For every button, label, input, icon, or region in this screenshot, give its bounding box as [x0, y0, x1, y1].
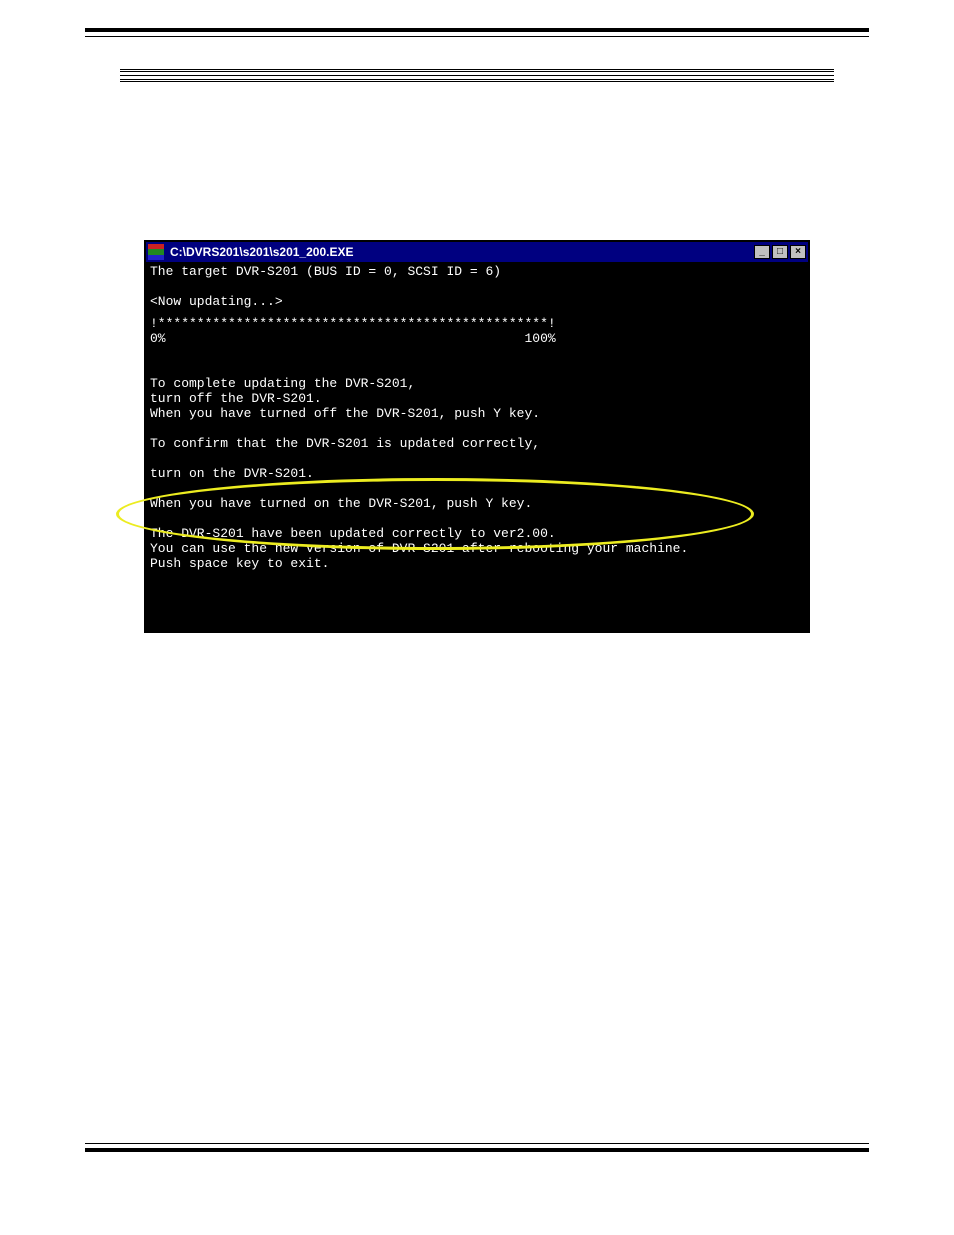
terminal-line: turn on the DVR-S201.: [146, 466, 808, 481]
page-bottom-rule-thick: [85, 1148, 869, 1152]
section-title-rule-bottom: [120, 79, 834, 82]
terminal-line-highlighted: The DVR-S201 have been updated correctly…: [146, 526, 808, 541]
window-titlebar: C:\DVRS201\s201\s201_200.EXE _ □ ×: [146, 242, 808, 262]
minimize-button[interactable]: _: [754, 245, 770, 259]
terminal-output: The target DVR-S201 (BUS ID = 0, SCSI ID…: [146, 262, 808, 631]
terminal-line: When you have turned off the DVR-S201, p…: [146, 406, 808, 421]
terminal-line: The target DVR-S201 (BUS ID = 0, SCSI ID…: [146, 264, 808, 279]
screenshot-container: C:\DVRS201\s201\s201_200.EXE _ □ × The t…: [144, 240, 810, 633]
close-button[interactable]: ×: [790, 245, 806, 259]
window-buttons: _ □ ×: [752, 245, 806, 259]
maximize-icon: □: [777, 247, 783, 257]
window-title: C:\DVRS201\s201\s201_200.EXE: [166, 245, 752, 259]
terminal-line: <Now updating...>: [146, 294, 808, 309]
progress-bar-line: !***************************************…: [146, 316, 808, 331]
minimize-icon: _: [759, 247, 765, 257]
terminal-line: To complete updating the DVR-S201,: [146, 376, 808, 391]
page-top-rule-thin: [85, 36, 869, 37]
section-title-rule-top: [120, 69, 834, 72]
dos-window: C:\DVRS201\s201\s201_200.EXE _ □ × The t…: [144, 240, 810, 633]
maximize-button[interactable]: □: [772, 245, 788, 259]
terminal-line: When you have turned on the DVR-S201, pu…: [146, 496, 808, 511]
terminal-line-highlighted: Push space key to exit.: [146, 556, 808, 571]
terminal-line: turn off the DVR-S201.: [146, 391, 808, 406]
close-icon: ×: [795, 247, 801, 257]
terminal-line: To confirm that the DVR-S201 is updated …: [146, 436, 808, 451]
msdos-icon: [148, 244, 164, 260]
section-title-rule-mid: [120, 75, 834, 76]
progress-percent-line: 0% 100%: [146, 331, 808, 346]
terminal-line-highlighted: You can use the new version of DVR-S201 …: [146, 541, 808, 556]
